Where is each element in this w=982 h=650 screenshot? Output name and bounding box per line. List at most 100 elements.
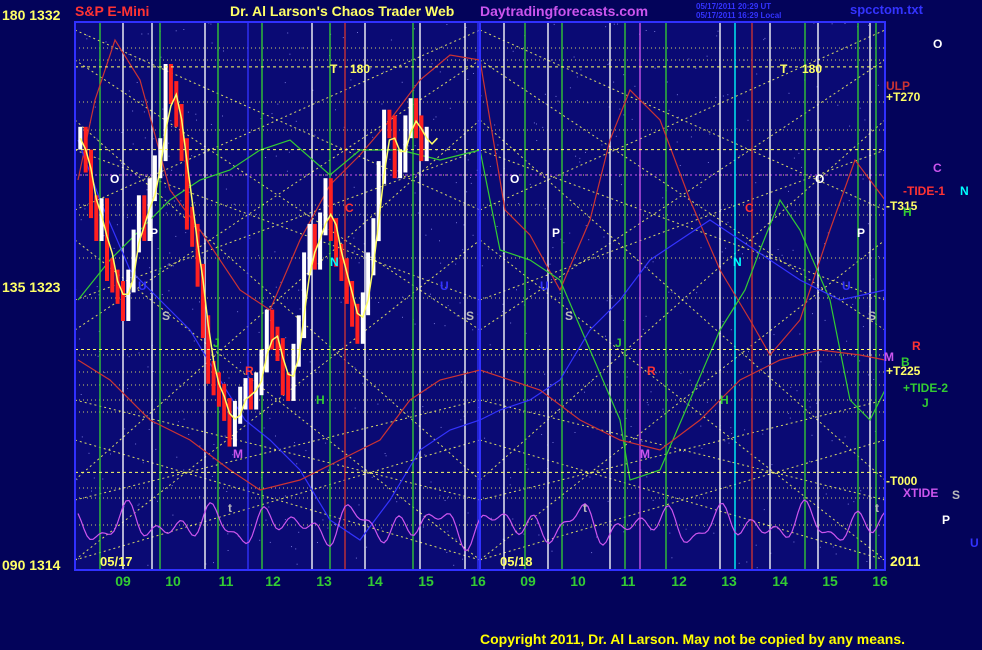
star-dot bbox=[557, 410, 559, 411]
star-dot bbox=[793, 541, 795, 543]
star-dot bbox=[274, 251, 276, 253]
star-dot bbox=[712, 523, 714, 525]
plot-letter: N bbox=[330, 255, 339, 269]
plot-letter: P bbox=[857, 226, 865, 240]
star-dot bbox=[579, 161, 581, 163]
star-dot bbox=[275, 155, 277, 157]
star-dot bbox=[756, 73, 758, 75]
star-dot bbox=[233, 203, 235, 205]
star-dot bbox=[859, 107, 861, 109]
star-dot bbox=[350, 79, 352, 81]
star-dot bbox=[148, 429, 150, 430]
star-dot bbox=[816, 402, 818, 404]
star-dot bbox=[268, 506, 270, 508]
star-dot bbox=[136, 82, 138, 83]
star-dot bbox=[490, 517, 492, 519]
hour-tick-label: 12 bbox=[265, 573, 281, 589]
star-dot bbox=[552, 59, 553, 61]
price-bar bbox=[286, 372, 291, 401]
price-bar bbox=[126, 269, 131, 321]
star-dot bbox=[738, 562, 740, 564]
right-legend-label: XTIDE bbox=[903, 486, 938, 500]
star-dot bbox=[161, 294, 163, 295]
star-dot bbox=[848, 200, 850, 202]
star-dot bbox=[459, 302, 461, 304]
plot-letter: C bbox=[345, 201, 354, 215]
star-dot bbox=[793, 157, 795, 159]
star-dot bbox=[192, 308, 194, 310]
price-bar bbox=[227, 398, 232, 447]
star-dot bbox=[269, 417, 271, 419]
star-dot bbox=[551, 550, 553, 552]
star-dot bbox=[837, 104, 839, 106]
star-dot bbox=[676, 94, 678, 96]
star-dot bbox=[97, 355, 99, 357]
star-dot bbox=[440, 426, 442, 428]
star-dot bbox=[626, 376, 628, 378]
star-dot bbox=[79, 338, 81, 340]
star-dot bbox=[502, 310, 504, 312]
star-dot bbox=[525, 463, 527, 465]
star-dot bbox=[227, 550, 229, 551]
star-dot bbox=[263, 427, 265, 429]
star-dot bbox=[662, 197, 664, 199]
star-dot bbox=[580, 69, 582, 71]
star-dot bbox=[102, 478, 104, 480]
star-dot bbox=[742, 253, 743, 255]
star-dot bbox=[470, 182, 472, 184]
star-dot bbox=[342, 37, 344, 39]
star-dot bbox=[366, 546, 368, 548]
chart-svg: S&P E-Mini Dr. Al Larson's Chaos Trader W… bbox=[2, 2, 979, 589]
price-bar bbox=[280, 338, 285, 396]
plot-letter: M bbox=[233, 447, 243, 461]
hour-tick-label: 12 bbox=[671, 573, 687, 589]
star-dot bbox=[801, 166, 802, 168]
star-dot bbox=[334, 523, 335, 525]
star-dot bbox=[389, 158, 391, 160]
date-label-day2: 05/18 bbox=[500, 554, 533, 569]
star-dot bbox=[591, 552, 593, 554]
star-dot bbox=[536, 203, 538, 205]
star-dot bbox=[589, 476, 591, 478]
star-dot bbox=[763, 509, 765, 511]
star-dot bbox=[385, 455, 387, 457]
star-dot bbox=[228, 377, 230, 379]
star-dot bbox=[287, 32, 289, 34]
star-dot bbox=[377, 403, 379, 405]
star-dot bbox=[126, 216, 128, 218]
star-dot bbox=[105, 41, 107, 43]
star-dot bbox=[650, 391, 652, 393]
star-dot bbox=[384, 453, 386, 454]
plot-letter: T bbox=[780, 62, 788, 76]
timestamp-local: 05/17/2011 16:29 Local bbox=[696, 11, 781, 20]
price-bar bbox=[238, 386, 243, 424]
star-dot bbox=[844, 436, 846, 438]
star-dot bbox=[700, 247, 702, 249]
star-dot bbox=[686, 403, 688, 405]
star-dot bbox=[289, 53, 291, 55]
star-dot bbox=[721, 251, 723, 253]
right-legend-label: N bbox=[960, 184, 969, 198]
star-dot bbox=[475, 50, 477, 52]
star-dot bbox=[824, 319, 826, 321]
hour-tick-label: 09 bbox=[115, 573, 131, 589]
star-dot bbox=[446, 24, 448, 25]
star-dot bbox=[299, 308, 301, 310]
star-dot bbox=[359, 213, 361, 215]
star-dot bbox=[222, 115, 223, 117]
star-dot bbox=[444, 500, 446, 501]
star-dot bbox=[368, 358, 370, 360]
star-dot bbox=[762, 433, 764, 435]
star-dot bbox=[294, 442, 295, 444]
star-dot bbox=[314, 134, 316, 136]
plot-letter: R bbox=[245, 364, 254, 378]
star-dot bbox=[433, 323, 435, 325]
star-dot bbox=[132, 110, 134, 112]
star-dot bbox=[730, 427, 732, 429]
plot-letter: U bbox=[138, 279, 147, 293]
star-dot bbox=[472, 234, 474, 236]
star-dot bbox=[671, 291, 673, 293]
right-legend-label: O bbox=[933, 37, 942, 51]
star-dot bbox=[191, 155, 193, 157]
star-dot bbox=[808, 400, 810, 402]
